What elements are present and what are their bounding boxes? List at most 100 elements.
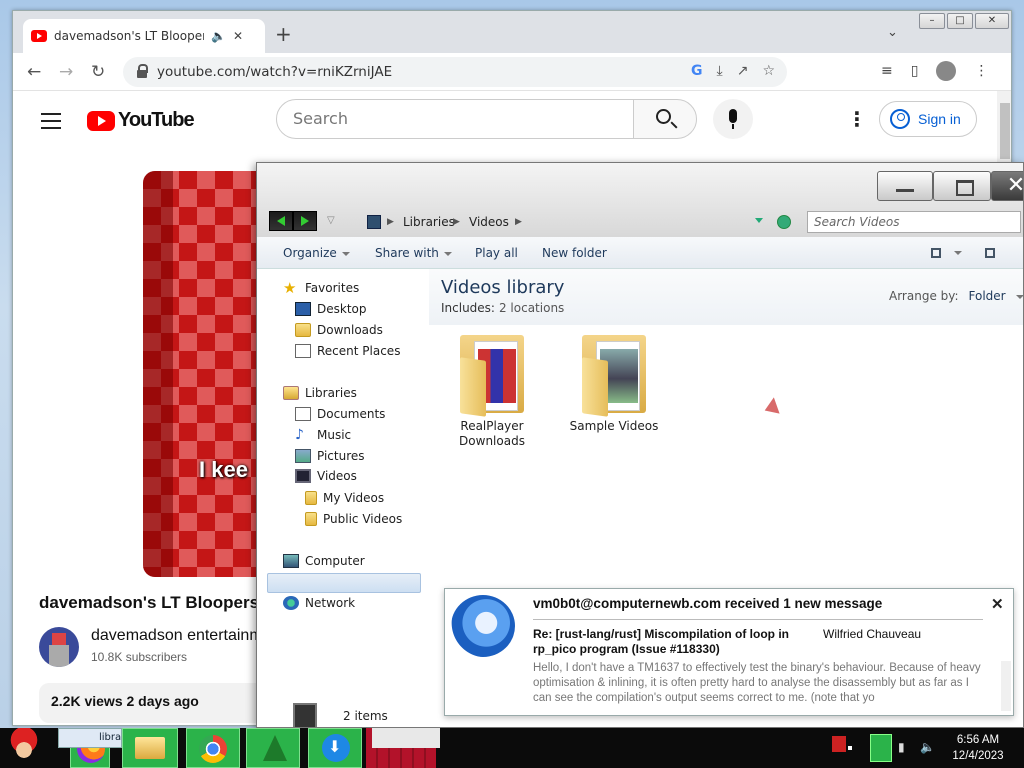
forward-button[interactable]: → xyxy=(59,62,73,82)
search-input[interactable]: Search xyxy=(276,99,634,139)
voice-search-button[interactable] xyxy=(713,99,753,139)
tab-search-icon[interactable]: ⌄ xyxy=(887,25,898,40)
explorer-maximize-button[interactable] xyxy=(933,171,991,201)
taskbar-download-icon[interactable] xyxy=(308,728,362,768)
folder-label: Sample Videos xyxy=(569,419,659,433)
share-with-button[interactable]: Share with xyxy=(375,246,452,260)
libraries-icon xyxy=(283,386,299,400)
youtube-logo[interactable]: YouTube xyxy=(87,109,195,132)
nav-music[interactable]: ♪ Music xyxy=(295,428,351,442)
channel-avatar[interactable] xyxy=(39,627,79,667)
music-icon: ♪ xyxy=(295,427,304,443)
navigation-pane: ★ Favorites Desktop Downloads Recent Plac… xyxy=(257,269,429,727)
install-app-icon[interactable]: ⤓ xyxy=(717,63,723,79)
breadcrumb-separator-icon[interactable]: ▶ xyxy=(453,217,460,227)
message-subject[interactable]: Re: [rust-lang/rust] Miscompilation of l… xyxy=(533,627,833,657)
start-button-santa-icon[interactable] xyxy=(4,728,44,768)
back-button[interactable]: ← xyxy=(27,62,41,82)
profile-avatar-icon[interactable] xyxy=(936,61,957,81)
nav-my-videos[interactable]: My Videos xyxy=(305,491,384,505)
tab-youtube[interactable]: davemadson's LT Bloopers 2 🔈 ✕ xyxy=(23,19,265,53)
url-text[interactable]: youtube.com/watch?v=rniKZrniJAE xyxy=(157,64,392,80)
chrome-menu-icon[interactable]: ⋮ xyxy=(974,63,988,81)
tray-thunderbird-icon[interactable] xyxy=(870,734,892,762)
volume-icon[interactable]: 🔈 xyxy=(920,740,935,754)
new-tab-button[interactable]: + xyxy=(275,24,292,44)
network-tray-icon[interactable]: ▮ xyxy=(898,740,905,754)
taskbar-chrome-icon[interactable] xyxy=(186,728,240,768)
breadcrumb-separator-icon[interactable]: ▶ xyxy=(387,217,394,227)
status-item-count: 2 items xyxy=(343,709,388,723)
breadcrumb-videos[interactable]: Videos xyxy=(469,215,509,229)
breadcrumb-separator-icon[interactable]: ▶ xyxy=(515,217,522,227)
share-icon[interactable]: ↗ xyxy=(737,63,749,79)
search-button[interactable] xyxy=(633,99,697,139)
folder-sample-videos[interactable]: Sample Videos xyxy=(559,329,669,434)
nav-libraries[interactable]: Libraries xyxy=(283,386,357,400)
tab-close-icon[interactable]: ✕ xyxy=(233,29,243,43)
tab-title: davemadson's LT Bloopers 2 xyxy=(54,29,204,43)
mail-notification[interactable]: vm0b0t@computernewb.com received 1 new m… xyxy=(444,588,1014,716)
preview-pane-icon[interactable] xyxy=(985,248,995,258)
includes-locations-link[interactable]: 2 locations xyxy=(499,301,564,315)
nav-desktop[interactable]: Desktop xyxy=(295,302,367,316)
close-button[interactable]: ✕ xyxy=(975,13,1009,29)
address-dropdown-icon[interactable] xyxy=(755,218,763,223)
google-translate-icon[interactable]: G xyxy=(691,63,703,79)
notification-scrollbar[interactable] xyxy=(1001,661,1011,711)
nav-documents[interactable]: Documents xyxy=(295,407,385,421)
explorer-search-input[interactable]: Search Videos xyxy=(807,211,1021,233)
lock-icon[interactable] xyxy=(137,64,148,78)
videos-icon xyxy=(295,469,311,483)
nav-downloads[interactable]: Downloads xyxy=(295,323,383,337)
reload-button[interactable]: ↻ xyxy=(91,62,105,82)
explorer-minimize-button[interactable] xyxy=(877,171,933,201)
nav-recent-places[interactable]: Recent Places xyxy=(295,344,400,358)
nav-pictures[interactable]: Pictures xyxy=(295,449,365,463)
menu-icon[interactable] xyxy=(41,113,61,134)
channel-name[interactable]: davemadson entertainm xyxy=(91,627,263,645)
reading-list-icon[interactable]: ≡ xyxy=(881,63,893,81)
chevron-down-icon xyxy=(443,251,452,256)
explorer-titlebar[interactable]: ✕ ▽ ▶ Libraries ▶ Videos ▶ Search Videos xyxy=(257,163,1023,237)
taskbar-christmas-tree-icon[interactable] xyxy=(246,728,300,768)
nav-videos[interactable]: Videos xyxy=(295,469,357,483)
maximize-button[interactable]: □ xyxy=(947,13,973,29)
toolbar-right: ≡ ▯ ⋮ xyxy=(881,61,988,81)
videos-library-icon xyxy=(367,215,381,229)
nav-network[interactable]: Network xyxy=(283,596,355,610)
side-panel-icon[interactable]: ▯ xyxy=(911,63,919,81)
explorer-forward-button[interactable] xyxy=(293,211,317,231)
view-options-icon[interactable] xyxy=(954,251,962,255)
breadcrumb-libraries[interactable]: Libraries xyxy=(403,215,455,229)
nav-favorites[interactable]: ★ Favorites xyxy=(283,281,359,296)
minimize-button[interactable]: – xyxy=(919,13,945,29)
new-folder-button[interactable]: New folder xyxy=(542,246,607,260)
notification-close-icon[interactable]: ✕ xyxy=(991,595,1004,613)
system-clock[interactable]: 6:56 AM 12/4/2023 xyxy=(946,732,1010,764)
includes-label: Includes: xyxy=(441,301,495,315)
bookmark-star-icon[interactable]: ☆ xyxy=(762,63,775,79)
change-view-icon[interactable] xyxy=(931,248,941,258)
arrange-by-dropdown[interactable]: Folder xyxy=(969,289,1006,303)
nav-public-videos[interactable]: Public Videos xyxy=(305,512,402,526)
taskbar-explorer-icon[interactable] xyxy=(122,728,178,768)
tray-flag-icon[interactable] xyxy=(832,736,846,752)
folder-realplayer-downloads[interactable]: RealPlayer Downloads xyxy=(437,329,547,449)
organize-button[interactable]: Organize xyxy=(283,246,350,260)
explorer-back-button[interactable] xyxy=(269,211,293,231)
recent-pages-dropdown[interactable]: ▽ xyxy=(327,215,335,226)
settings-more-icon[interactable]: ⋮ xyxy=(847,109,867,129)
message-preview: Hello, I don't have a TM1637 to effectiv… xyxy=(533,662,981,704)
play-all-button[interactable]: Play all xyxy=(475,246,518,260)
speaker-icon[interactable]: 🔈 xyxy=(211,29,226,43)
network-icon xyxy=(283,596,299,610)
address-bar[interactable]: youtube.com/watch?v=rniKZrniJAE G ⤓ ↗ ☆ xyxy=(123,57,787,87)
message-author: Wilfried Chauveau xyxy=(823,627,922,641)
nav-computer[interactable]: Computer xyxy=(283,554,365,568)
nav-buttons xyxy=(269,211,317,231)
video-description-box[interactable]: 2.2K views 2 days ago xyxy=(39,683,289,723)
explorer-close-button[interactable]: ✕ xyxy=(991,171,1023,201)
sign-in-button[interactable]: Sign in xyxy=(879,101,977,137)
refresh-icon[interactable] xyxy=(777,215,791,229)
